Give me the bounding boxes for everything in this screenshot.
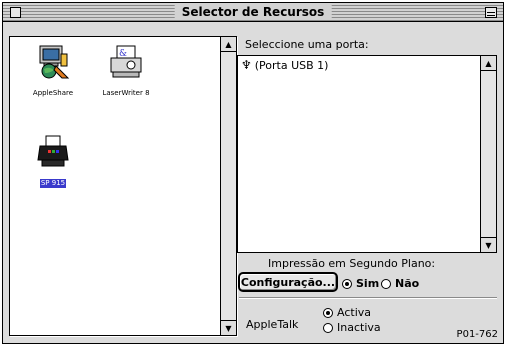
port-caption: Seleccione uma porta: [245,38,369,51]
background-printing-caption: Impressão em Segundo Plano: [268,257,436,270]
scroll-up-arrow-icon[interactable]: ▲ [481,56,496,71]
device-list-panel: AppleShare & LaserWriter 8 SP 915 ▲ ▼ [9,36,237,336]
radio-nao[interactable]: Não [381,277,419,290]
radio-button-off-icon[interactable] [381,278,391,289]
close-box[interactable] [10,7,21,18]
inkjet-printer-icon [37,135,69,167]
configuration-button[interactable]: Configuração... [238,272,338,292]
port-item-usb1[interactable]: ♆ (Porta USB 1) [241,58,328,72]
usb-icon: ♆ [241,58,252,72]
radio-activa[interactable]: Activa [323,306,371,319]
port-label: (Porta USB 1) [254,58,329,72]
device-list: AppleShare & LaserWriter 8 SP 915 [10,37,222,335]
collapse-box[interactable] [485,7,497,18]
device-label: AppleShare [32,89,74,97]
divider [239,297,497,299]
device-list-scrollbar[interactable]: ▲ ▼ [220,37,236,335]
device-label: SP 915 [39,179,67,188]
port-list: ♆ (Porta USB 1) ▲ ▼ [237,55,497,253]
scroll-up-arrow-icon[interactable]: ▲ [221,37,236,52]
appleshare-icon [39,45,70,79]
scroll-down-arrow-icon[interactable]: ▼ [221,320,236,335]
title-bar[interactable]: Selector de Recursos [3,3,503,22]
device-laserwriter[interactable]: & LaserWriter 8 [86,44,166,99]
radio-button-on-icon[interactable] [342,278,352,289]
radio-label: Inactiva [337,321,381,334]
radio-label: Não [395,277,420,290]
device-sp915[interactable]: SP 915 [13,134,93,189]
radio-inactiva[interactable]: Inactiva [323,321,381,334]
appletalk-label: AppleTalk [246,318,299,331]
laserwriter-icon: & [110,45,142,78]
scroll-down-arrow-icon[interactable]: ▼ [481,237,496,252]
radio-label: Sim [356,277,380,290]
radio-label: Activa [337,306,371,319]
device-label: LaserWriter 8 [102,89,150,97]
figure-code: P01-762 [456,329,498,340]
radio-button-off-icon[interactable] [323,322,333,333]
port-list-scrollbar[interactable]: ▲ ▼ [480,56,496,252]
radio-button-on-icon[interactable] [323,307,333,318]
window-title: Selector de Recursos [174,4,332,20]
radio-sim[interactable]: Sim [342,277,379,290]
device-appleshare[interactable]: AppleShare [13,44,93,99]
